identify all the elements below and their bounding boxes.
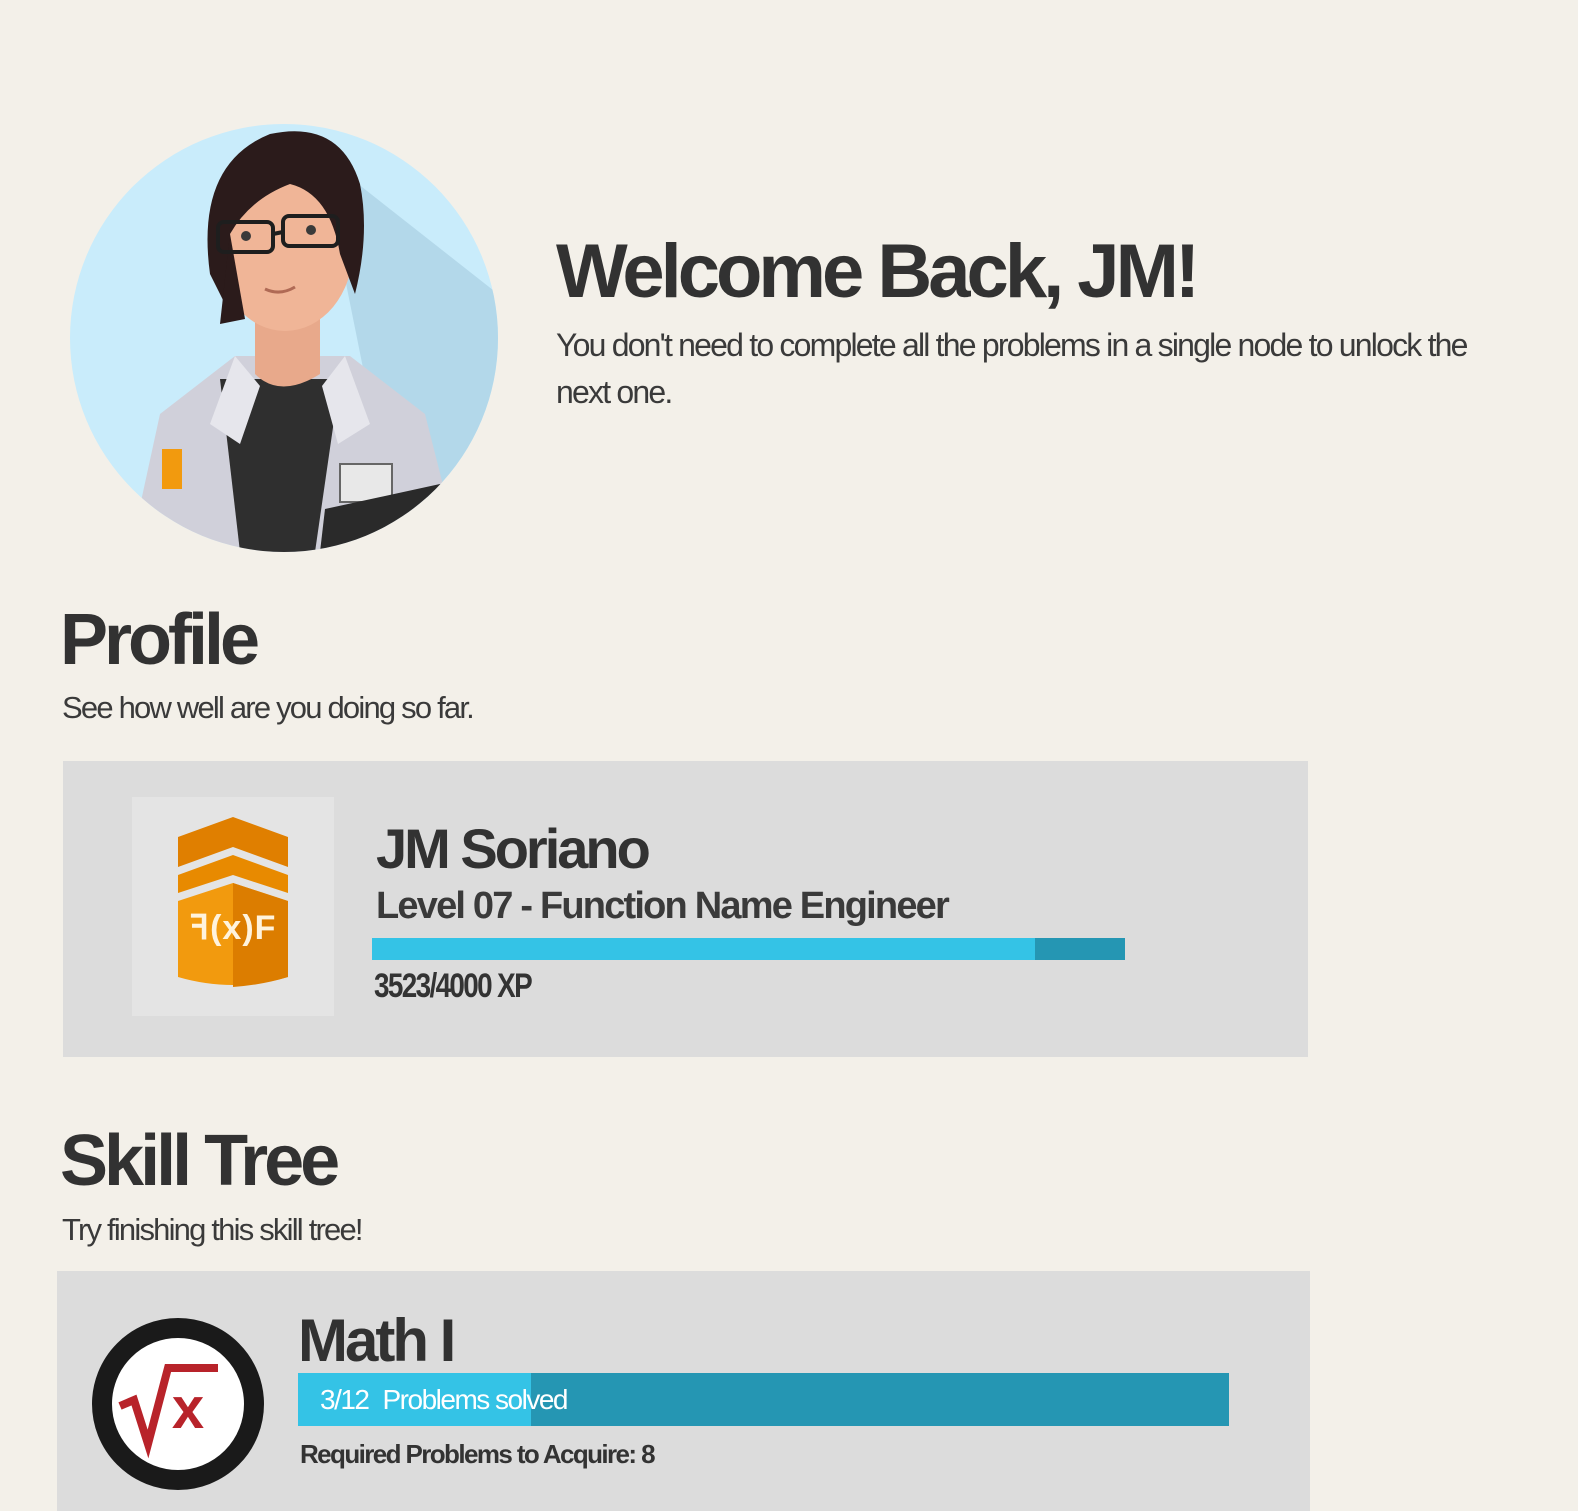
xp-progress-fill bbox=[372, 938, 1036, 960]
f-x-f-chevron-badge-icon: ꟻ(x)F bbox=[178, 817, 288, 987]
welcome-subtitle: You don't need to complete all the probl… bbox=[556, 327, 1468, 410]
svg-text:ꟻ(x)F: ꟻ(x)F bbox=[190, 909, 277, 947]
welcome-title: Welcome Back, JM! bbox=[556, 229, 1200, 314]
skill-progress-bar: 3/12 Problems solved bbox=[298, 1373, 1229, 1426]
skill-progress-label: 3/12 Problems solved bbox=[320, 1373, 569, 1426]
profile-name: JM Soriano bbox=[376, 817, 651, 880]
xp-progress-bar bbox=[372, 938, 1125, 960]
xp-text: 3523/4000 XP bbox=[374, 967, 533, 1005]
profile-level: Level 07 - Function Name Engineer bbox=[376, 885, 950, 927]
skill-progress-text: Problems solved bbox=[382, 1384, 569, 1415]
skill-tree-section-subtitle: Try finishing this skill tree! bbox=[62, 1212, 364, 1247]
skill-progress-count: 3/12 bbox=[320, 1384, 370, 1415]
avatar bbox=[70, 124, 498, 552]
skill-required-text: Required Problems to Acquire: 8 bbox=[300, 1439, 656, 1469]
skill-node-name: Math I bbox=[298, 1307, 456, 1374]
rank-badge: ꟻ(x)F bbox=[132, 797, 334, 1016]
profile-section-subtitle: See how well are you doing so far. bbox=[62, 690, 475, 725]
skill-tree-section-title: Skill Tree bbox=[60, 1121, 340, 1201]
profile-section-title: Profile bbox=[60, 600, 260, 680]
svg-text:x: x bbox=[172, 1376, 204, 1441]
square-root-x-icon: x bbox=[90, 1316, 266, 1492]
